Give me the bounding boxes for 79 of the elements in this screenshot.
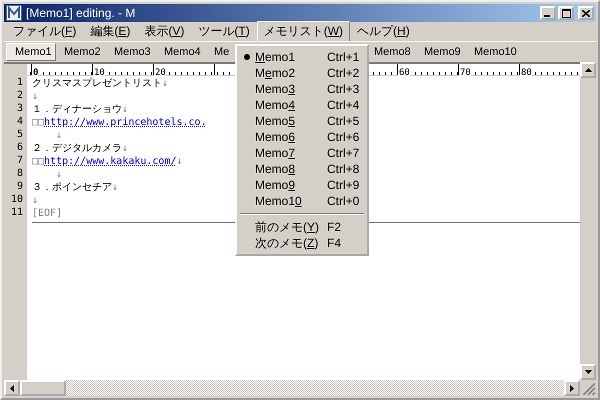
menu-option[interactable]: Memo3 Ctrl+3	[239, 81, 365, 97]
line-number: 3	[16, 102, 23, 115]
left-arrow-icon	[10, 384, 14, 392]
newline-mark: ↓	[32, 195, 38, 206]
ruler-label: 80	[520, 68, 532, 78]
line-number: 5	[16, 128, 23, 141]
scroll-thumb[interactable]	[20, 380, 66, 396]
newline-mark: ↓	[56, 130, 62, 141]
resize-grip-icon[interactable]	[580, 380, 596, 396]
menu-option[interactable]: Memo1 Ctrl+1	[239, 49, 365, 65]
ruler-label: 10	[93, 68, 105, 78]
scroll-right-button[interactable]	[564, 380, 580, 396]
line-number: 4	[16, 115, 23, 128]
menu-item[interactable]: ツール(T)	[191, 21, 257, 42]
close-button[interactable]	[578, 6, 594, 20]
line-number: 6	[16, 141, 23, 154]
newline-mark: ↓	[122, 143, 128, 154]
scroll-up-button[interactable]	[580, 62, 596, 78]
menu-option[interactable]: Memo5 Ctrl+5	[239, 113, 365, 129]
line-number: 11	[10, 206, 23, 219]
maximize-icon	[562, 8, 570, 18]
menu-option[interactable]: Memo9 Ctrl+9	[239, 177, 365, 193]
menu-option[interactable]: 前のメモ(Y) F2	[239, 219, 365, 235]
line-number: 9	[16, 180, 23, 193]
space-mark: □□	[32, 117, 44, 128]
newline-mark: ↓	[56, 169, 62, 180]
memo-tab[interactable]: Memo3	[106, 44, 156, 60]
ruler-label: 60	[398, 68, 410, 78]
menu-option[interactable]: 次のメモ(Z) F4	[239, 235, 365, 251]
line-text: ２．デジタルカメラ	[32, 143, 122, 154]
down-arrow-icon	[584, 370, 592, 374]
memo-tab[interactable]: Memo4	[156, 44, 206, 60]
line-number: 10	[10, 193, 23, 206]
close-icon	[582, 10, 590, 16]
ruler-label: 0	[32, 68, 38, 78]
line-number: 7	[16, 154, 23, 167]
menu-option[interactable]: Memo2 Ctrl+2	[239, 65, 365, 81]
url-link[interactable]: http://www.kakaku.com/	[44, 156, 176, 167]
menu-item[interactable]: ヘルプ(H)	[350, 21, 417, 42]
newline-mark: ↓	[122, 104, 128, 115]
eof-mark: [EOF]	[32, 208, 62, 219]
line-text: １．ディナーショウ	[32, 104, 122, 115]
window-title: [Memo1] editing. - M	[26, 6, 136, 20]
ruler-label: 20	[154, 68, 166, 78]
memo-tab[interactable]: Memo2	[56, 44, 106, 60]
up-arrow-icon	[584, 68, 592, 72]
ruler-label: 70	[459, 68, 471, 78]
newline-mark: ↓	[32, 91, 38, 102]
line-text: ３．ポインセチア	[32, 182, 112, 193]
vertical-scrollbar[interactable]	[580, 62, 596, 380]
menu-option[interactable]: Memo4 Ctrl+4	[239, 97, 365, 113]
line-text: クリスマスプレゼントリスト	[32, 78, 162, 89]
space-mark: □□	[32, 156, 44, 167]
line-number: 8	[16, 167, 23, 180]
memo-tab[interactable]: Memo10	[466, 44, 516, 60]
scroll-left-button[interactable]	[4, 380, 20, 396]
menu-item[interactable]: ファイル(F)	[6, 21, 84, 42]
url-link[interactable]: http://www.princehotels.co.	[44, 117, 207, 128]
maximize-button[interactable]	[558, 6, 574, 20]
menu-item[interactable]: メモリスト(W)	[256, 21, 350, 42]
newline-mark: ↓	[112, 182, 118, 193]
menu-option[interactable]: Memo10 Ctrl+0	[239, 193, 365, 209]
menu-option[interactable]: Memo6 Ctrl+6	[239, 129, 365, 145]
menu-item[interactable]: 表示(V)	[137, 21, 192, 42]
menu-option[interactable]: Memo8 Ctrl+8	[239, 161, 365, 177]
scroll-down-button[interactable]	[580, 364, 596, 380]
memo-tab[interactable]: Memo8	[366, 44, 416, 60]
app-icon	[6, 5, 22, 21]
line-number: 1	[16, 76, 23, 89]
horizontal-scrollbar[interactable]	[4, 380, 580, 396]
memo-tab[interactable]: Memo9	[416, 44, 466, 60]
minimize-button[interactable]	[540, 6, 556, 20]
newline-mark: ↓	[176, 156, 183, 167]
newline-mark: ↓	[162, 78, 168, 89]
menu-option[interactable]: Memo7 Ctrl+7	[239, 145, 365, 161]
memo-tab[interactable]: Memo1	[6, 43, 56, 61]
line-number: 2	[16, 89, 23, 102]
right-arrow-icon	[570, 384, 574, 392]
menu-item[interactable]: 編集(E)	[83, 21, 138, 42]
